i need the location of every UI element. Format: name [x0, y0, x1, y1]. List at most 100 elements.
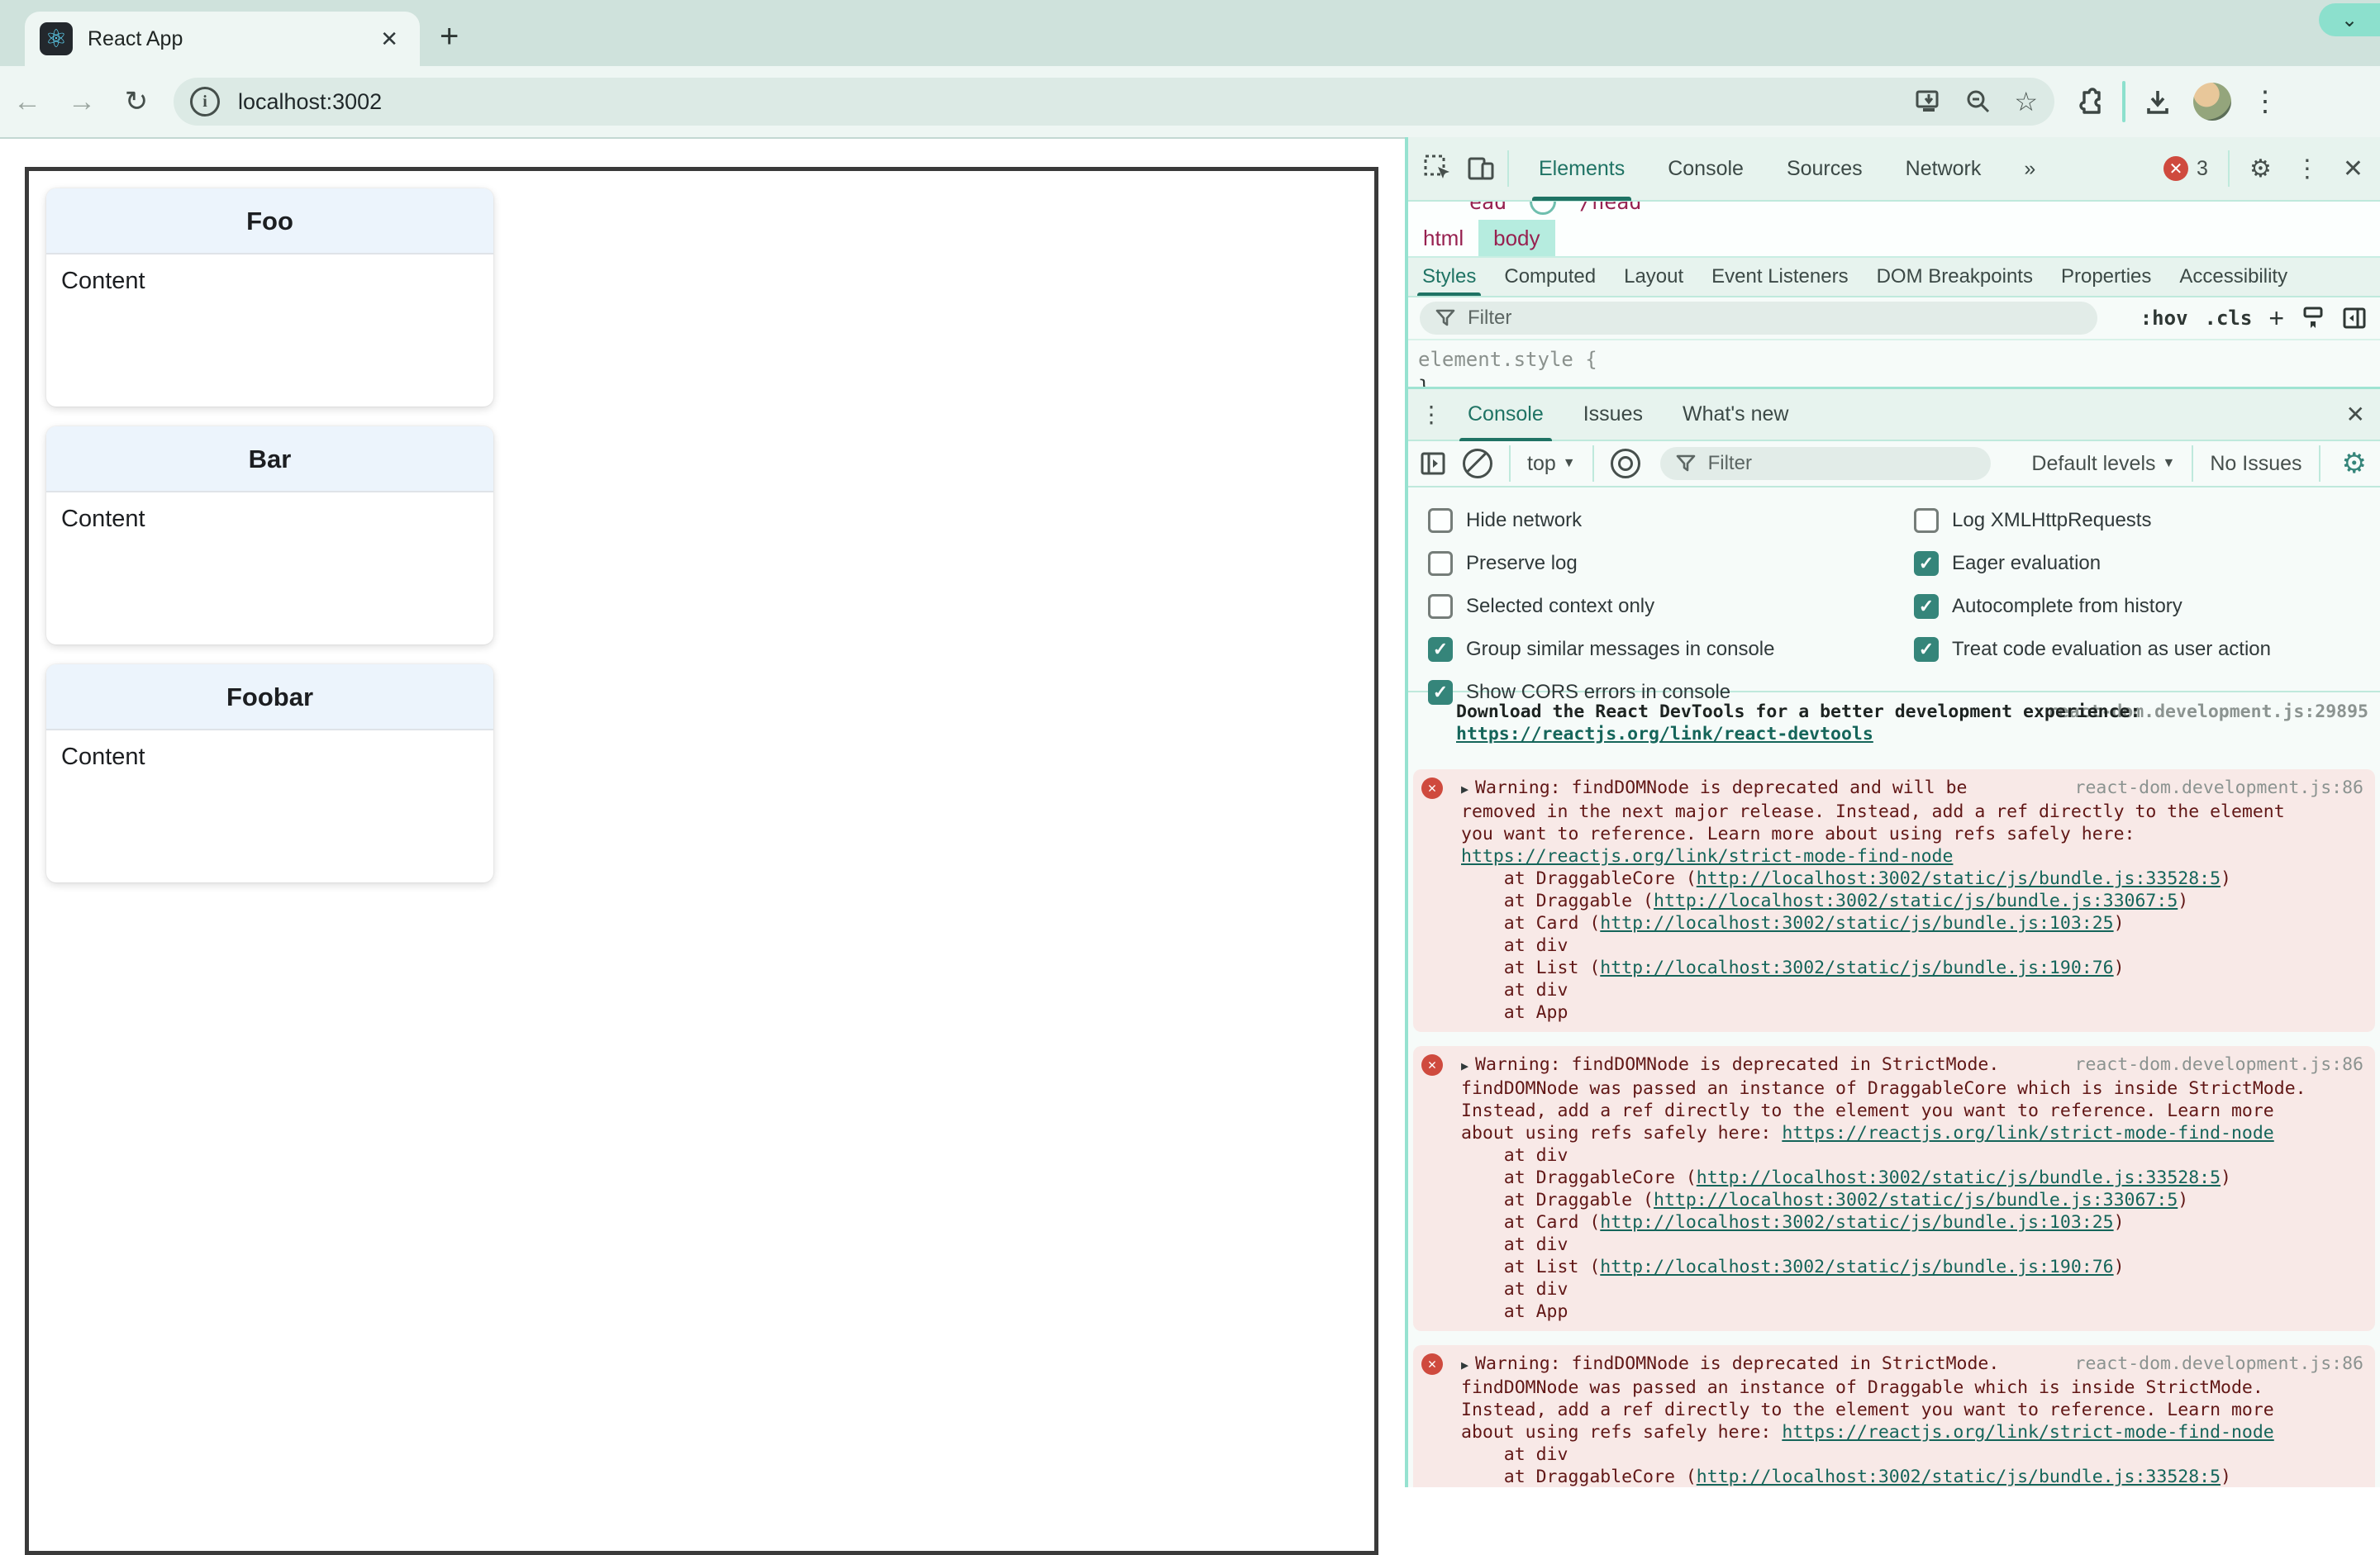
console-message-line: Instead, add a ref directly to the eleme…: [1461, 1101, 2274, 1121]
dom-tree-clipped-row: ead /head: [1408, 202, 2380, 220]
device-toolbar-icon[interactable]: [1466, 154, 1496, 183]
clear-console-icon[interactable]: [1463, 449, 1492, 478]
expand-caret-icon[interactable]: ▶: [1461, 1058, 1468, 1073]
expand-caret-icon[interactable]: ▶: [1461, 782, 1468, 797]
source-location-link[interactable]: react-dom.development.js:86: [2075, 1353, 2364, 1375]
close-tab-icon[interactable]: ✕: [374, 23, 405, 55]
console-link[interactable]: http://localhost:3002/static/js/bundle.j…: [1654, 891, 2178, 911]
checkbox[interactable]: [1428, 508, 1453, 533]
download-icon[interactable]: [2142, 86, 2173, 117]
inspect-element-icon[interactable]: [1423, 154, 1453, 183]
tab-layout[interactable]: Layout: [1624, 258, 1683, 296]
drawer-tab-whatsnew[interactable]: What's new: [1683, 388, 1788, 442]
tab-accessibility[interactable]: Accessibility: [2179, 258, 2287, 296]
tab-console[interactable]: Console: [1668, 136, 1744, 201]
info-icon[interactable]: i: [190, 87, 220, 117]
draggable-card[interactable]: Foobar Content: [46, 664, 493, 882]
console-link[interactable]: https://reactjs.org/link/react-devtools: [1456, 724, 1873, 744]
forward-icon[interactable]: →: [55, 86, 109, 118]
console-link[interactable]: https://reactjs.org/link/strict-mode-fin…: [1782, 1123, 2273, 1144]
console-link[interactable]: http://localhost:3002/static/js/bundle.j…: [1697, 1167, 2221, 1188]
source-location-link[interactable]: react-dom.development.js:86: [2075, 777, 2364, 799]
toggle-sidebar-icon[interactable]: [2342, 306, 2367, 330]
devtools-panel: Elements Console Sources Network » ✕ 3 ⚙ ⋮ ✕…: [1405, 137, 2380, 1487]
console-settings-gear-icon[interactable]: ⚙: [2342, 447, 2367, 480]
rendering-brush-icon[interactable]: [2301, 306, 2325, 330]
error-badge[interactable]: ✕ 3: [2163, 156, 2220, 181]
issues-counter[interactable]: No Issues: [2210, 452, 2301, 476]
console-message-line: at List (http://localhost:3002/static/js…: [1461, 1257, 2125, 1277]
tab-styles[interactable]: Styles: [1416, 258, 1482, 296]
console-link[interactable]: https://reactjs.org/link/strict-mode-fin…: [1782, 1422, 2273, 1443]
drawer-tab-issues[interactable]: Issues: [1583, 388, 1643, 442]
console-link[interactable]: http://localhost:3002/static/js/bundle.j…: [1600, 913, 2113, 934]
checkbox-label: Group similar messages in console: [1466, 638, 1775, 660]
breadcrumb-body[interactable]: body: [1478, 220, 1555, 256]
chevron-down-icon[interactable]: ⌄: [2319, 3, 2380, 36]
console-link[interactable]: http://localhost:3002/static/js/bundle.j…: [1600, 1257, 2113, 1277]
checkbox[interactable]: [1428, 594, 1453, 619]
tab-sources[interactable]: Sources: [1787, 136, 1863, 201]
console-link[interactable]: http://localhost:3002/static/js/bundle.j…: [1654, 1190, 2178, 1210]
console-message-line: react-dom.development.js:86 ▶ Warning: fin…: [1461, 1353, 2364, 1375]
new-style-rule-icon[interactable]: +: [2268, 303, 2284, 334]
console-message-line: at DraggableCore (http://localhost:3002/…: [1461, 1167, 2231, 1188]
tab-event-listeners[interactable]: Event Listeners: [1711, 258, 1848, 296]
checkbox[interactable]: ✓: [1428, 637, 1453, 662]
console-link[interactable]: https://reactjs.org/link/strict-mode-fin…: [1461, 846, 1953, 867]
checkbox[interactable]: [1914, 508, 1939, 533]
zoom-icon[interactable]: [1964, 88, 1992, 116]
address-bar[interactable]: i localhost:3002 ☆: [174, 78, 2054, 126]
close-devtools-icon[interactable]: ✕: [2343, 155, 2363, 183]
live-expression-eye-icon[interactable]: [1610, 449, 1640, 478]
toolbar-divider: [1592, 445, 1594, 482]
console-sidebar-icon[interactable]: [1420, 450, 1446, 477]
context-selector[interactable]: top ▼: [1527, 452, 1576, 476]
console-filter-input[interactable]: Filter: [1659, 447, 1991, 480]
tab-dom-breakpoints[interactable]: DOM Breakpoints: [1877, 258, 2033, 296]
toggle-hov-button[interactable]: :hov: [2140, 307, 2188, 330]
tab-network[interactable]: Network: [1906, 136, 1982, 201]
kebab-menu-icon[interactable]: ⋮: [2295, 155, 2320, 183]
checkbox[interactable]: ✓: [1914, 551, 1939, 576]
star-icon[interactable]: ☆: [2014, 86, 2038, 117]
extensions-puzzle-icon[interactable]: [2074, 86, 2106, 117]
tab-[interactable]: »: [2024, 136, 2035, 201]
card-content: Content: [61, 268, 145, 294]
tab-elements[interactable]: Elements: [1531, 136, 1632, 201]
card-title: Foobar: [46, 664, 493, 730]
drawer-menu-icon[interactable]: ⋮: [1420, 401, 1443, 428]
profile-avatar[interactable]: [2193, 83, 2231, 121]
console-link[interactable]: http://localhost:3002/static/js/bundle.j…: [1697, 868, 2221, 889]
tab-title: React App: [88, 26, 183, 50]
styles-filter-input[interactable]: Filter: [1420, 302, 2097, 335]
error-icon: ✕: [2163, 156, 2189, 181]
kebab-menu-icon[interactable]: ⋮: [2251, 85, 2279, 118]
source-location-link[interactable]: react-dom.development.js:86: [2075, 1053, 2364, 1076]
console-link[interactable]: http://localhost:3002/static/js/bundle.j…: [1600, 1212, 2113, 1233]
checkbox[interactable]: [1428, 551, 1453, 576]
expand-caret-icon[interactable]: ▶: [1461, 1358, 1468, 1372]
new-tab-button[interactable]: +: [440, 18, 459, 55]
breadcrumb-html[interactable]: html: [1408, 220, 1478, 256]
draggable-card[interactable]: Bar Content: [46, 426, 493, 644]
drawer-tab-console[interactable]: Console: [1459, 388, 1552, 442]
settings-gear-icon[interactable]: ⚙: [2249, 155, 2272, 183]
install-icon[interactable]: [1915, 88, 1943, 116]
source-location-link[interactable]: react-dom.development.js:29895: [2048, 701, 2368, 723]
log-levels-dropdown[interactable]: Default levels ▼: [2031, 452, 2175, 476]
url-text[interactable]: localhost:3002: [238, 89, 1893, 115]
toggle-cls-button[interactable]: .cls: [2205, 307, 2253, 330]
close-drawer-icon[interactable]: ✕: [2346, 401, 2365, 428]
tab-properties[interactable]: Properties: [2061, 258, 2151, 296]
back-icon[interactable]: ←: [0, 86, 55, 118]
console-link[interactable]: http://localhost:3002/static/js/bundle.j…: [1697, 1467, 2221, 1487]
tab-computed[interactable]: Computed: [1504, 258, 1596, 296]
checkbox[interactable]: ✓: [1914, 637, 1939, 662]
checkbox-label: Selected context only: [1466, 595, 1655, 617]
reload-icon[interactable]: ↻: [109, 85, 164, 118]
checkbox[interactable]: ✓: [1914, 594, 1939, 619]
browser-tab[interactable]: ⚛ React App ✕: [25, 12, 420, 66]
draggable-card[interactable]: Foo Content: [46, 188, 493, 407]
console-link[interactable]: http://localhost:3002/static/js/bundle.j…: [1600, 958, 2113, 978]
